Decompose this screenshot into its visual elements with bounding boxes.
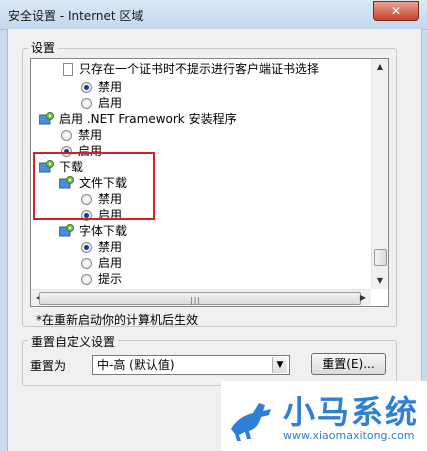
setting-category: 文件下载 (58, 175, 128, 191)
radio-button-icon[interactable] (81, 82, 92, 93)
setting-category: 启用 .NET Framework 安装程序 (38, 111, 237, 127)
scroll-down-icon[interactable]: ▼ (372, 273, 388, 289)
radio-option[interactable]: 提示 (81, 271, 122, 287)
setting-label: 启用 .NET Framework 安装程序 (59, 112, 237, 126)
radio-option[interactable]: 禁用 (81, 191, 122, 207)
settings-tree[interactable]: ▲ ▼ ◀ ||| ▶ 只存在一个证书时不提示进行客户端证书选择禁用启用启用 .… (30, 58, 389, 307)
setting-label: 启用 (98, 256, 123, 270)
radio-option[interactable]: 启用 (81, 95, 122, 111)
radio-option[interactable]: 启用 (61, 143, 102, 159)
radio-option[interactable]: 启用 (81, 207, 122, 223)
radio-option[interactable]: 禁用 (61, 127, 102, 143)
setting-label: 启用 (98, 208, 123, 222)
radio-option[interactable]: 启用 (81, 255, 122, 271)
title-bar: 安全设置 - Internet 区域 ✕ (0, 0, 427, 30)
setting-label: 启用 (98, 96, 123, 110)
setting-label: 字体下载 (79, 224, 128, 238)
setting-label: 禁用 (78, 128, 103, 142)
radio-button-icon[interactable] (81, 242, 92, 253)
watermark-url: www.xiaomaxitong.com (283, 429, 415, 442)
vertical-scrollbar[interactable]: ▲ ▼ (371, 59, 388, 289)
radio-option[interactable]: 禁用 (81, 79, 122, 95)
horizontal-scroll-thumb[interactable]: ||| (39, 292, 361, 305)
reset-group-label: 重置自定义设置 (28, 333, 119, 350)
horizontal-scrollbar[interactable]: ◀ ||| ▶ (31, 289, 371, 306)
reset-to-label: 重置为 (30, 359, 67, 373)
radio-button-icon[interactable] (81, 98, 92, 109)
radio-button-icon[interactable] (61, 130, 72, 141)
setting-category: 字体下载 (58, 223, 128, 239)
setting-label: 下载 (59, 160, 84, 174)
reset-level-select[interactable]: 中-高 (默认值) ▼ (92, 355, 290, 375)
page-icon (63, 63, 73, 76)
radio-button-icon[interactable] (61, 146, 72, 157)
setting-label: 启用 (78, 144, 103, 158)
settings-gear-icon (38, 112, 55, 127)
setting-label: 禁用 (98, 192, 123, 206)
watermark: 小马系统 www.xiaomaxitong.com (221, 381, 427, 451)
scroll-right-icon[interactable]: ▶ (355, 290, 371, 306)
reset-level-value: 中-高 (默认值) (97, 358, 175, 372)
scroll-up-icon[interactable]: ▲ (372, 59, 388, 75)
setting-label: 禁用 (98, 240, 123, 254)
close-icon: ✕ (390, 4, 402, 18)
horse-logo-icon (231, 403, 271, 441)
setting-item: 只存在一个证书时不提示进行客户端证书选择 (63, 61, 319, 77)
settings-gear-icon (58, 224, 75, 239)
restart-note: *在重新启动你的计算机后生效 (36, 313, 199, 327)
radio-button-icon[interactable] (81, 194, 92, 205)
radio-button-icon[interactable] (81, 258, 92, 269)
radio-option[interactable]: 禁用 (81, 239, 122, 255)
setting-label: 禁用 (98, 80, 123, 94)
close-button[interactable]: ✕ (373, 1, 419, 21)
setting-label: 文件下载 (79, 176, 128, 190)
radio-button-icon[interactable] (81, 210, 92, 221)
setting-label: 只存在一个证书时不提示进行客户端证书选择 (79, 62, 320, 76)
settings-group-label: 设置 (28, 39, 59, 56)
chevron-down-icon[interactable]: ▼ (272, 357, 287, 373)
setting-category: 下载 (38, 159, 84, 175)
reset-button[interactable]: 重置(E)... (311, 353, 386, 375)
settings-gear-icon (38, 160, 55, 175)
vertical-scroll-thumb[interactable] (374, 249, 387, 266)
window-title: 安全设置 - Internet 区域 (8, 9, 144, 23)
settings-gear-icon (58, 176, 75, 191)
watermark-title: 小马系统 (283, 393, 420, 431)
setting-label: 提示 (98, 272, 123, 286)
radio-button-icon[interactable] (81, 274, 92, 285)
